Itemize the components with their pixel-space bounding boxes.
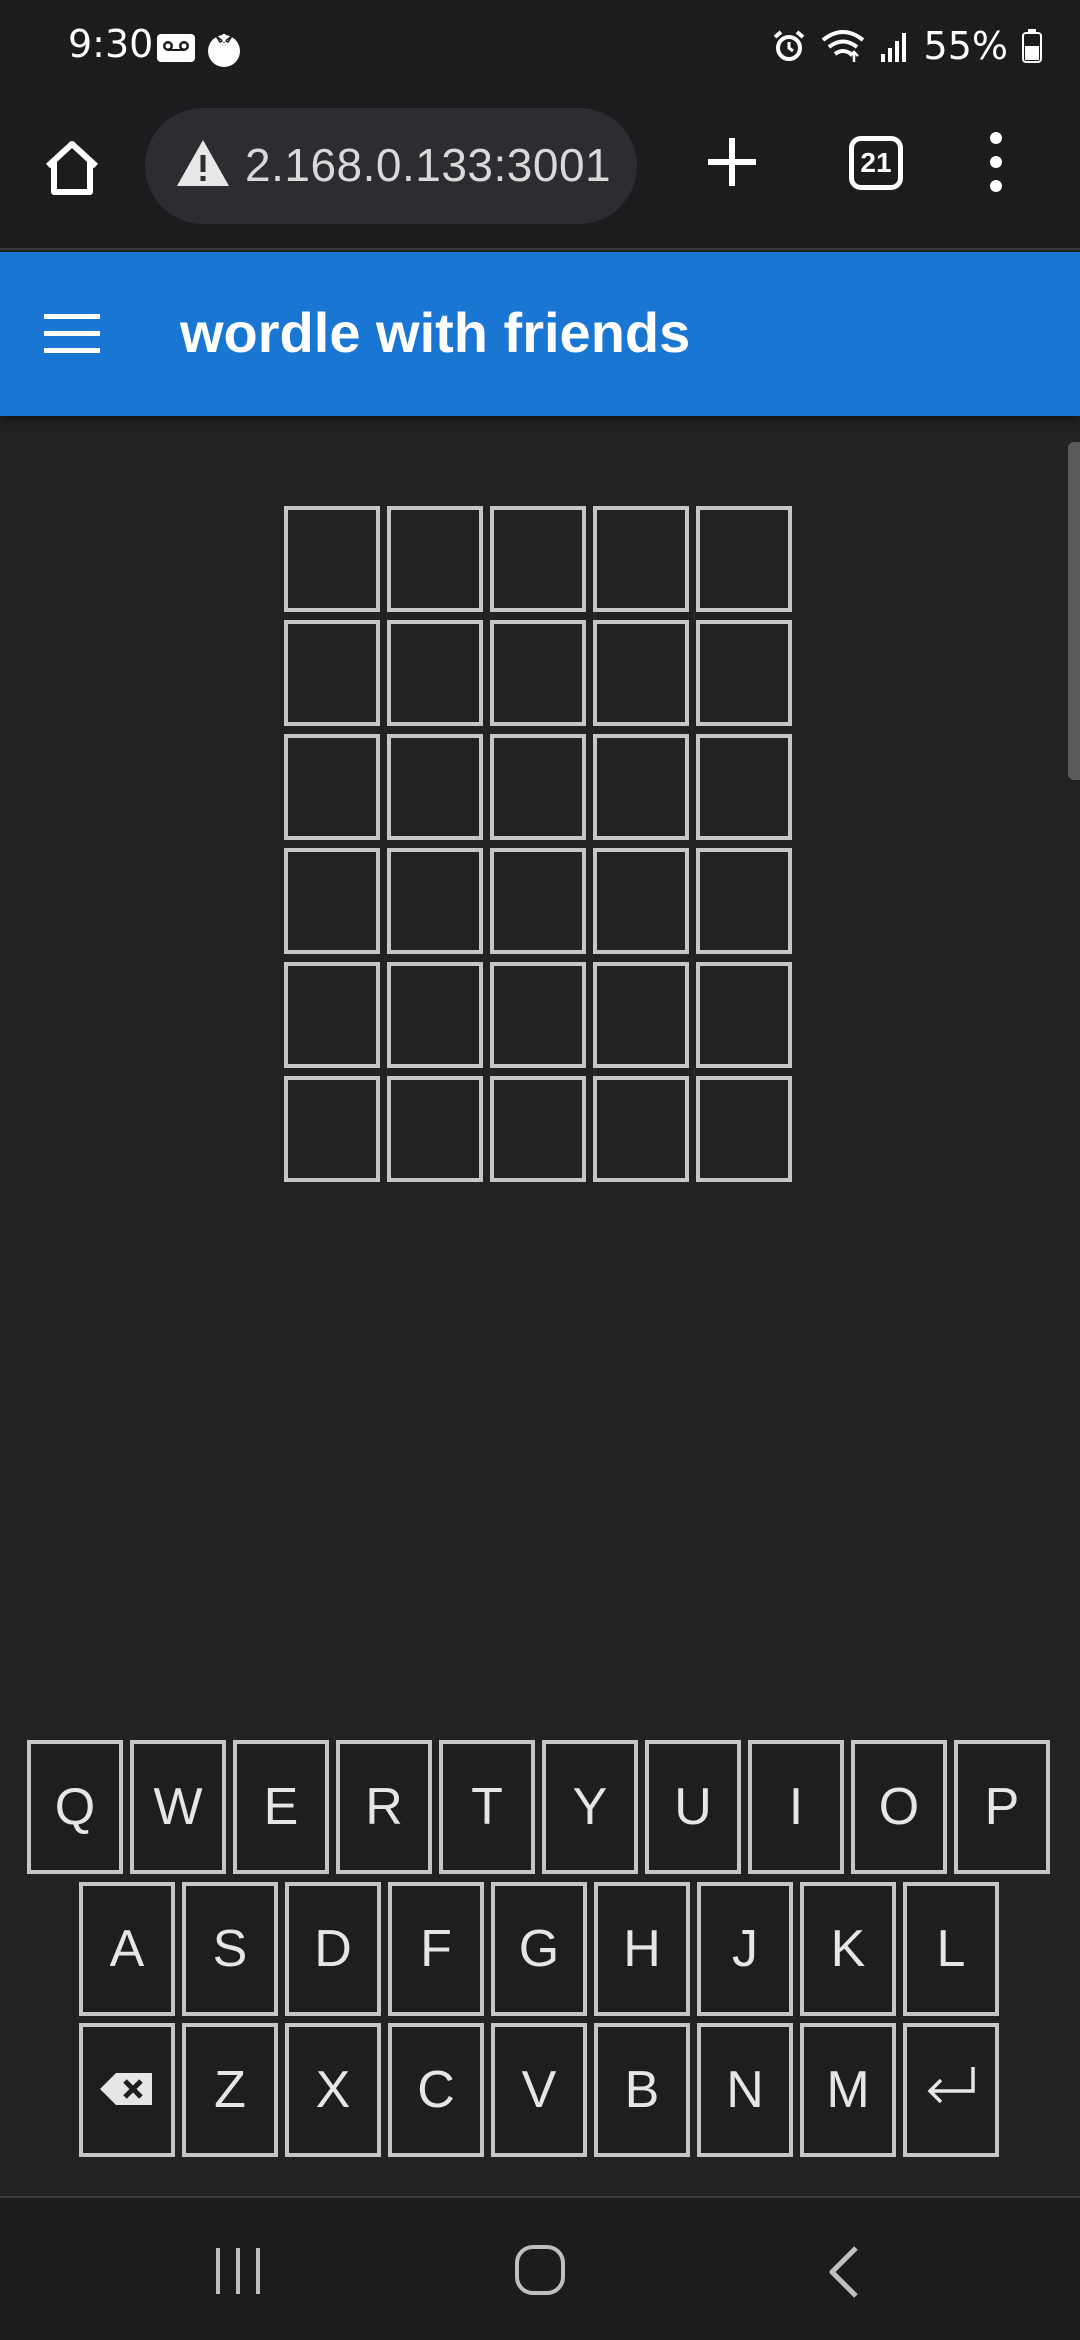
board-tile — [284, 1076, 380, 1182]
key-l[interactable]: L — [903, 1882, 999, 2016]
key-p[interactable]: P — [954, 1740, 1050, 1874]
key-b[interactable]: B — [594, 2023, 690, 2157]
board-tile — [593, 962, 689, 1068]
board-tile — [593, 734, 689, 840]
backspace-key[interactable] — [79, 2023, 175, 2157]
key-v[interactable]: V — [491, 2023, 587, 2157]
board-tile — [284, 620, 380, 726]
key-j[interactable]: J — [697, 1882, 793, 2016]
signal-icon — [880, 33, 906, 62]
key-f[interactable]: F — [388, 1882, 484, 2016]
key-r[interactable]: R — [336, 1740, 432, 1874]
board-tile — [696, 848, 792, 954]
back-icon[interactable] — [826, 2244, 862, 2300]
board-tile — [696, 734, 792, 840]
board-tile — [284, 734, 380, 840]
board-tile — [490, 734, 586, 840]
keyboard-row-1: QWERTYUIOP — [27, 1740, 1050, 1874]
url-text[interactable]: 2.168.0.133:3001 — [245, 138, 611, 192]
browser-toolbar: 2.168.0.133:3001 21 — [0, 100, 1080, 250]
board-tile — [490, 620, 586, 726]
scrollbar-thumb[interactable] — [1068, 442, 1080, 780]
key-x[interactable]: X — [285, 2023, 381, 2157]
key-a[interactable]: A — [79, 1882, 175, 2016]
game-board — [284, 506, 792, 1182]
key-n[interactable]: N — [697, 2023, 793, 2157]
warning-icon[interactable] — [175, 138, 231, 188]
backspace-icon — [98, 2060, 156, 2120]
tomato-app-icon — [208, 34, 240, 67]
home-icon[interactable] — [40, 136, 104, 200]
board-tile — [696, 620, 792, 726]
board-tile — [387, 506, 483, 612]
board-tile — [490, 506, 586, 612]
enter-key[interactable] — [903, 2023, 999, 2157]
app-title: wordle with friends — [180, 301, 691, 364]
key-z[interactable]: Z — [182, 2023, 278, 2157]
recent-apps-icon[interactable] — [212, 2246, 264, 2296]
status-icons-right: 55% — [772, 24, 1042, 68]
board-tile — [696, 506, 792, 612]
board-tile — [593, 848, 689, 954]
key-g[interactable]: G — [491, 1882, 587, 2016]
board-tile — [696, 1076, 792, 1182]
board-tile — [593, 620, 689, 726]
board-tile — [696, 962, 792, 1068]
board-tile — [284, 506, 380, 612]
plus-icon[interactable] — [702, 132, 762, 192]
battery-icon — [1022, 29, 1042, 63]
board-tile — [387, 1076, 483, 1182]
key-h[interactable]: H — [594, 1882, 690, 2016]
app-header: wordle with friends — [0, 252, 1080, 416]
board-tile — [387, 734, 483, 840]
key-i[interactable]: I — [748, 1740, 844, 1874]
alarm-icon — [773, 30, 804, 61]
key-q[interactable]: Q — [27, 1740, 123, 1874]
tab-switcher-button[interactable]: 21 — [849, 136, 903, 190]
key-u[interactable]: U — [645, 1740, 741, 1874]
battery-percent: 55% — [923, 24, 1008, 68]
board-tile — [490, 1076, 586, 1182]
board-tile — [490, 962, 586, 1068]
board-tile — [387, 620, 483, 726]
status-icons-left — [156, 28, 244, 68]
key-d[interactable]: D — [285, 1882, 381, 2016]
home-circle-icon[interactable] — [514, 2244, 566, 2296]
key-w[interactable]: W — [130, 1740, 226, 1874]
keyboard-row-2: ASDFGHJKL — [79, 1882, 999, 2016]
board-tile — [387, 848, 483, 954]
board-tile — [284, 848, 380, 954]
voicemail-icon — [157, 34, 195, 62]
board-tile — [593, 1076, 689, 1182]
status-time: 9:30 — [68, 22, 154, 66]
hamburger-menu-icon[interactable] — [44, 312, 100, 356]
key-e[interactable]: E — [233, 1740, 329, 1874]
more-vert-icon[interactable] — [984, 130, 1008, 194]
enter-icon — [923, 2060, 979, 2120]
tab-count: 21 — [860, 147, 892, 178]
key-o[interactable]: O — [851, 1740, 947, 1874]
board-tile — [593, 506, 689, 612]
board-tile — [387, 962, 483, 1068]
url-bar[interactable]: 2.168.0.133:3001 — [145, 108, 637, 224]
key-c[interactable]: C — [388, 2023, 484, 2157]
key-s[interactable]: S — [182, 1882, 278, 2016]
key-k[interactable]: K — [800, 1882, 896, 2016]
wifi-icon — [821, 30, 864, 62]
system-nav-bar — [0, 2196, 1080, 2340]
keyboard-row-3: ZXCVBNM — [79, 2023, 999, 2157]
board-tile — [490, 848, 586, 954]
status-bar: 9:30 55% — [0, 0, 1080, 100]
key-y[interactable]: Y — [542, 1740, 638, 1874]
key-m[interactable]: M — [800, 2023, 896, 2157]
board-tile — [284, 962, 380, 1068]
key-t[interactable]: T — [439, 1740, 535, 1874]
